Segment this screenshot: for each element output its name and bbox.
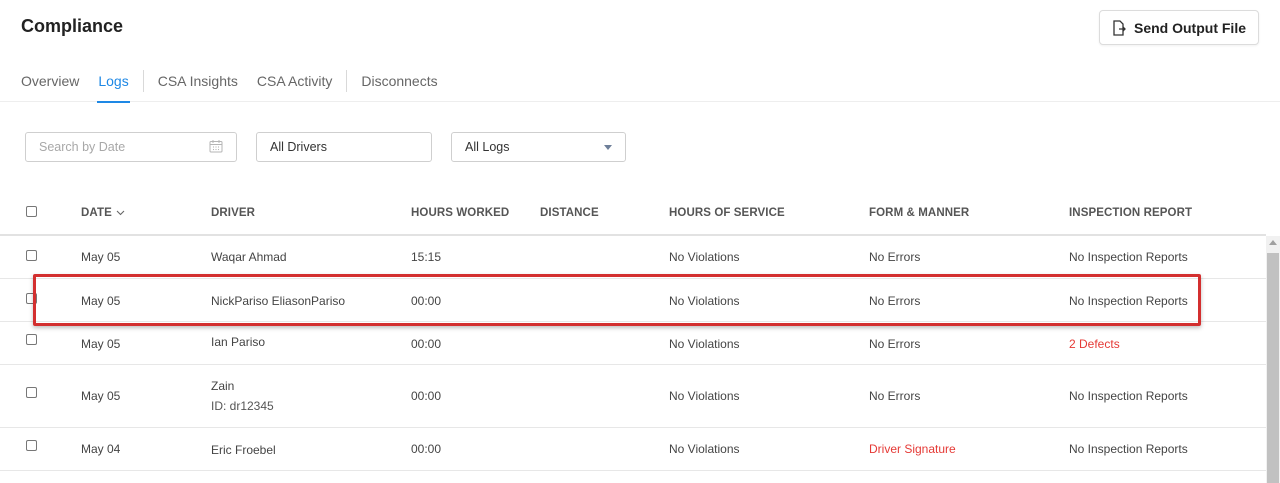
row-hours-of-service: No Violations bbox=[669, 389, 740, 403]
row-form-manner: No Errors bbox=[869, 294, 921, 308]
vertical-scrollbar[interactable] bbox=[1266, 236, 1280, 483]
row-hours-worked: 00:00 bbox=[411, 442, 442, 456]
column-form-manner: FORM & MANNER bbox=[869, 207, 970, 219]
scroll-up-arrow-icon[interactable] bbox=[1269, 240, 1277, 245]
row-checkbox[interactable] bbox=[26, 387, 37, 398]
chevron-down-icon bbox=[116, 210, 125, 216]
row-driver-block: Zain ID: dr12345 bbox=[211, 379, 274, 413]
search-by-date-input[interactable]: Search by Date bbox=[25, 132, 237, 162]
row-date: May 05 bbox=[81, 294, 121, 308]
row-hours-worked: 00:00 bbox=[411, 389, 442, 403]
calendar-icon[interactable] bbox=[209, 139, 223, 156]
row-hours-of-service: No Violations bbox=[669, 294, 740, 308]
column-date[interactable]: DATE bbox=[81, 207, 125, 219]
row-form-manner: No Errors bbox=[869, 389, 921, 403]
scrollbar-thumb[interactable] bbox=[1267, 253, 1279, 483]
row-driver[interactable]: Ian Pariso bbox=[211, 335, 265, 349]
tab-csa-insights[interactable]: CSA Insights bbox=[158, 71, 238, 91]
logs-select[interactable]: All Logs bbox=[451, 132, 626, 162]
row-driver[interactable]: Eric Froebel bbox=[211, 443, 276, 457]
row-date: May 04 bbox=[81, 442, 121, 456]
row-checkbox[interactable] bbox=[26, 293, 37, 304]
row-inspection-report: No Inspection Reports bbox=[1069, 250, 1188, 264]
row-checkbox[interactable] bbox=[26, 440, 37, 451]
row-driver[interactable]: Zain bbox=[211, 379, 234, 393]
page-title: Compliance bbox=[21, 16, 124, 36]
column-driver: DRIVER bbox=[211, 207, 256, 219]
table-row[interactable]: May 04 Eric Froebel 00:00 No Violations … bbox=[0, 428, 1266, 471]
logs-table: DATE DRIVER HOURS WORKED DISTANCE HOURS … bbox=[0, 190, 1266, 471]
row-form-manner: No Errors bbox=[869, 250, 921, 264]
table-row[interactable]: May 05 Ian Pariso 00:00 No Violations No… bbox=[0, 322, 1266, 365]
row-checkbox[interactable] bbox=[26, 334, 37, 345]
date-placeholder: Search by Date bbox=[39, 140, 126, 154]
table-header: DATE DRIVER HOURS WORKED DISTANCE HOURS … bbox=[0, 190, 1266, 236]
tab-logs[interactable]: Logs bbox=[97, 71, 131, 103]
drivers-filter-value: All Drivers bbox=[270, 140, 327, 154]
select-all-checkbox[interactable] bbox=[26, 206, 37, 217]
column-hours-worked: HOURS WORKED bbox=[411, 207, 510, 219]
column-distance: DISTANCE bbox=[540, 207, 599, 219]
tab-divider bbox=[346, 70, 348, 92]
tab-bar: Overview Logs CSA Insights CSA Activity … bbox=[21, 70, 438, 103]
tab-csa-activity[interactable]: CSA Activity bbox=[257, 71, 332, 91]
tab-disconnects[interactable]: Disconnects bbox=[361, 71, 437, 91]
row-hours-worked: 00:00 bbox=[411, 294, 442, 308]
row-driver[interactable]: NickPariso EliasonPariso bbox=[211, 294, 345, 308]
row-driver-id: ID: dr12345 bbox=[211, 399, 274, 413]
table-row[interactable]: May 05 Waqar Ahmad 15:15 No Violations N… bbox=[0, 236, 1266, 279]
tab-divider bbox=[142, 70, 144, 92]
row-hours-worked: 15:15 bbox=[411, 250, 442, 264]
row-checkbox[interactable] bbox=[26, 250, 37, 261]
row-inspection-defects-link[interactable]: 2 Defects bbox=[1069, 337, 1120, 351]
column-date-label: DATE bbox=[81, 207, 112, 219]
table-row[interactable]: May 05 NickPariso EliasonPariso 00:00 No… bbox=[0, 279, 1266, 322]
row-hours-of-service: No Violations bbox=[669, 337, 740, 351]
caret-down-icon bbox=[604, 144, 612, 150]
row-inspection-report: No Inspection Reports bbox=[1069, 442, 1188, 456]
row-driver[interactable]: Waqar Ahmad bbox=[211, 250, 287, 264]
row-inspection-report: No Inspection Reports bbox=[1069, 389, 1188, 403]
column-inspection-report: INSPECTION REPORT bbox=[1069, 207, 1193, 219]
tab-overview[interactable]: Overview bbox=[21, 71, 79, 91]
row-form-manner-signature-link[interactable]: Driver Signature bbox=[869, 442, 956, 456]
page-header: Compliance Send Output File Overview Log… bbox=[0, 0, 1280, 103]
row-hours-of-service: No Violations bbox=[669, 442, 740, 456]
send-output-file-button[interactable]: Send Output File bbox=[1099, 10, 1259, 45]
row-form-manner: No Errors bbox=[869, 337, 921, 351]
send-output-file-label: Send Output File bbox=[1134, 19, 1246, 36]
row-hours-worked: 00:00 bbox=[411, 337, 442, 351]
column-hours-of-service: HOURS OF SERVICE bbox=[669, 207, 785, 219]
table-row[interactable]: May 05 Zain ID: dr12345 00:00 No Violati… bbox=[0, 365, 1266, 428]
row-hours-of-service: No Violations bbox=[669, 250, 740, 264]
row-date: May 05 bbox=[81, 250, 121, 264]
row-date: May 05 bbox=[81, 389, 121, 403]
drivers-filter[interactable]: All Drivers bbox=[256, 132, 432, 162]
row-date: May 05 bbox=[81, 337, 121, 351]
row-inspection-report: No Inspection Reports bbox=[1069, 294, 1188, 308]
logs-select-value: All Logs bbox=[465, 140, 510, 154]
file-export-icon bbox=[1112, 19, 1126, 36]
